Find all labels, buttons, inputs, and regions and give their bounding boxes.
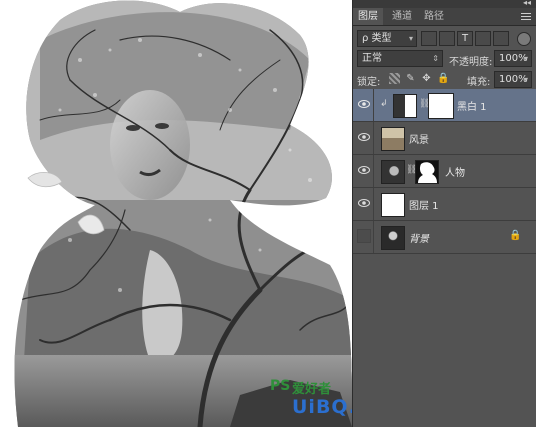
mask-silhouette-icon — [418, 162, 437, 183]
filter-shape-icon[interactable] — [475, 31, 491, 46]
filter-toggle-icon[interactable] — [517, 32, 531, 46]
layer-name: 黑白 1 — [457, 102, 487, 113]
lock-icon: 🔒 — [509, 230, 522, 241]
fill-label: 填充: — [467, 77, 491, 88]
blend-row: 正常 ⇕ 不透明度: 100% ▾ — [353, 48, 536, 70]
panel-tabs: 图层 通道 路径 — [353, 8, 536, 26]
filter-smart-object-icon[interactable] — [493, 31, 509, 46]
layer-black-white-1[interactable]: ↲ ⛓ 黑白 1 — [353, 89, 536, 122]
watermark-url: UiBQ.CoM — [292, 396, 352, 418]
chevron-updown-icon: ⇕ — [432, 54, 439, 63]
landscape-thumbnail[interactable] — [381, 127, 405, 151]
filter-kind-select[interactable]: ρ 类型 ▾ — [357, 30, 417, 47]
filter-type-icon[interactable]: T — [457, 31, 473, 46]
filter-row: ρ 类型 ▾ T — [353, 28, 536, 48]
person-thumbnail[interactable] — [381, 160, 405, 184]
adjustment-thumbnail[interactable] — [393, 94, 417, 118]
layer-divider — [373, 155, 374, 187]
collapse-panel-icon[interactable]: ◂◂ — [523, 0, 531, 7]
layer-landscape[interactable]: 风景 — [353, 122, 536, 155]
person-mask-thumbnail[interactable] — [415, 160, 439, 184]
eye-icon[interactable] — [358, 99, 370, 109]
eye-icon[interactable] — [358, 198, 370, 208]
panel-menu-icon[interactable] — [521, 11, 531, 22]
chevron-down-icon: ▾ — [523, 54, 528, 63]
eye-icon[interactable] — [358, 132, 370, 142]
layer-1-thumbnail[interactable] — [381, 193, 405, 217]
filter-adjustment-icon[interactable] — [439, 31, 455, 46]
lock-paint-icon[interactable]: ✎ — [405, 73, 416, 84]
blend-mode-select[interactable]: 正常 ⇕ — [357, 50, 443, 67]
lock-transparent-icon[interactable] — [389, 73, 400, 84]
background-thumbnail[interactable] — [381, 226, 405, 250]
fill-field[interactable]: 100% ▾ — [494, 71, 532, 88]
lock-all-icon[interactable]: 🔒 — [437, 73, 449, 84]
lock-move-icon[interactable]: ✥ — [421, 73, 432, 84]
visibility-toggle-off[interactable] — [357, 229, 371, 243]
lock-label: 锁定: — [357, 77, 381, 88]
layer-layer-1[interactable]: 图层 1 — [353, 188, 536, 221]
opacity-label: 不透明度: — [449, 57, 493, 68]
panel-top-strip: ◂◂ — [353, 0, 536, 8]
tab-paths[interactable]: 路径 — [419, 8, 449, 25]
double-exposure-artwork — [14, 0, 352, 427]
layer-name: 风景 — [409, 135, 429, 146]
blend-mode-label: 正常 — [362, 53, 382, 64]
tab-channels[interactable]: 通道 — [387, 8, 417, 25]
layer-divider — [373, 221, 374, 253]
layers-panel: ◂◂ 图层 通道 路径 ρ 类型 ▾ T 正常 ⇕ 不透明度: 100% ▾ 锁… — [352, 0, 536, 427]
layer-mask-thumbnail[interactable] — [428, 93, 454, 119]
layer-person[interactable]: ⛓ 人物 — [353, 155, 536, 188]
document-canvas[interactable]: PS 爱好者 UiBQ.CoM — [0, 0, 352, 427]
filter-kind-label: ρ 类型 — [362, 33, 392, 44]
layer-name: 背景 — [409, 234, 429, 245]
watermark-site: 爱好者 — [292, 382, 332, 397]
opacity-field[interactable]: 100% ▾ — [494, 50, 532, 67]
chevron-down-icon: ▾ — [408, 34, 413, 43]
layer-divider — [373, 89, 374, 121]
clip-arrow-icon: ↲ — [380, 99, 388, 109]
eye-icon[interactable] — [358, 165, 370, 175]
layer-name: 图层 1 — [409, 201, 439, 212]
layer-divider — [373, 122, 374, 154]
filter-pixel-icon[interactable] — [421, 31, 437, 46]
layer-divider — [373, 188, 374, 220]
watermark-ps: PS — [270, 378, 291, 394]
layer-name: 人物 — [445, 168, 465, 179]
layer-background[interactable]: 背景 🔒 — [353, 221, 536, 254]
chevron-down-icon: ▾ — [523, 75, 528, 84]
tab-layers[interactable]: 图层 — [353, 8, 383, 25]
